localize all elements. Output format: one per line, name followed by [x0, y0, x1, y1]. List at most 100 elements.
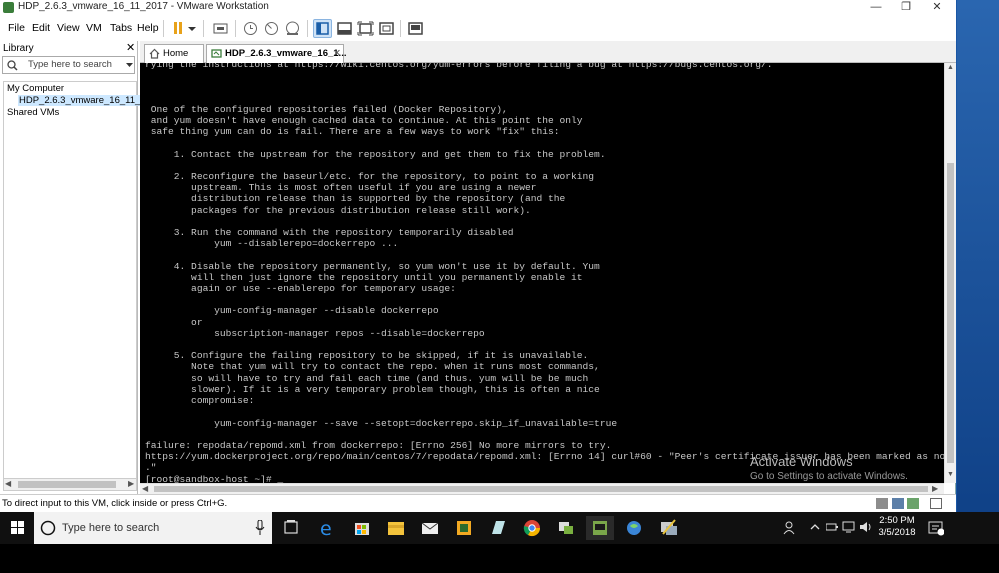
- browser-globe-icon[interactable]: [621, 516, 649, 540]
- clock-date: 3/5/2018: [878, 527, 916, 538]
- chevron-down-icon[interactable]: [126, 63, 133, 68]
- library-search-input[interactable]: Type here to search: [28, 59, 112, 70]
- vmware-window: HDP_2.6.3_vmware_16_11_2017 - VMware Wor…: [0, 0, 956, 512]
- bottom-black-bar: [0, 544, 999, 573]
- putty-icon[interactable]: [655, 516, 683, 540]
- notifications-icon[interactable]: [928, 520, 945, 539]
- menu-file[interactable]: File: [8, 22, 25, 34]
- desktop-background: [957, 0, 999, 544]
- microphone-icon[interactable]: [255, 520, 265, 536]
- menu-help[interactable]: Help: [137, 22, 159, 34]
- snapshot-button[interactable]: [241, 19, 260, 38]
- notes-app-icon[interactable]: [484, 516, 512, 540]
- taskbar-search-input[interactable]: Type here to search: [62, 522, 159, 534]
- network-icon[interactable]: [892, 498, 904, 509]
- message-log-icon[interactable]: [930, 498, 942, 509]
- library-search-box[interactable]: Type here to search: [2, 56, 135, 74]
- snapshot-manager-icon: [286, 21, 299, 35]
- console-horizontal-scrollbar[interactable]: ◀ ▶: [140, 483, 944, 494]
- vm-icon: [211, 49, 222, 58]
- mail-icon[interactable]: [416, 516, 444, 540]
- tab-close-icon[interactable]: ✕: [333, 45, 341, 62]
- scroll-right-icon[interactable]: ▶: [128, 479, 134, 488]
- library-title: Library: [3, 43, 34, 54]
- taskbar-search-box[interactable]: Type here to search: [34, 512, 272, 544]
- windows-logo-icon: [11, 521, 24, 534]
- battery-icon[interactable]: [825, 522, 838, 535]
- scroll-up-icon[interactable]: ▲: [947, 64, 954, 71]
- usb-device-icon[interactable]: [907, 498, 919, 509]
- watermark-title: Activate Windows: [750, 454, 853, 469]
- remote-tool-icon[interactable]: [552, 516, 580, 540]
- clock-time: 2:50 PM: [879, 515, 915, 526]
- console-vertical-scrollbar[interactable]: ▲ ▼: [944, 63, 956, 483]
- vmware-app-icon: [3, 2, 14, 13]
- terminal-app-icon[interactable]: [586, 516, 614, 540]
- search-icon: [40, 520, 56, 536]
- chevron-down-icon: [188, 27, 196, 31]
- edge-browser-icon[interactable]: e: [313, 516, 341, 540]
- watermark-subtitle: Go to Settings to activate Windows.: [750, 471, 908, 482]
- vm-console[interactable]: rying the instructions at https://wiki.c…: [140, 63, 944, 483]
- library-horizontal-scrollbar[interactable]: ◀ ▶: [3, 478, 137, 491]
- menu-edit[interactable]: Edit: [32, 22, 50, 34]
- show-library-button[interactable]: [313, 19, 332, 38]
- menu-view[interactable]: View: [57, 22, 80, 34]
- scroll-thumb[interactable]: [18, 481, 116, 488]
- title-bar[interactable]: HDP_2.6.3_vmware_16_11_2017 - VMware Wor…: [0, 0, 956, 15]
- network-status-icon[interactable]: [842, 521, 855, 536]
- console-view-icon: [408, 22, 423, 35]
- library-panel: Library ✕ Type here to search My Compute…: [0, 41, 163, 494]
- unity-button[interactable]: [377, 19, 396, 38]
- snapshot-manager-button[interactable]: [283, 19, 302, 38]
- volume-icon[interactable]: [859, 521, 872, 536]
- revert-icon: [265, 22, 278, 35]
- scroll-right-icon[interactable]: ▶: [932, 484, 938, 493]
- show-hidden-icons-icon[interactable]: [810, 522, 820, 535]
- tab-strip: Home HDP_2.6.3_vmware_16_1... ✕: [140, 41, 956, 63]
- restore-button[interactable]: ❐: [891, 0, 921, 15]
- power-dropdown-button[interactable]: [186, 19, 198, 38]
- vertical-scroll-thumb[interactable]: [947, 163, 954, 463]
- people-icon[interactable]: [783, 521, 797, 538]
- start-button[interactable]: [0, 512, 34, 544]
- tab-home[interactable]: Home: [144, 44, 204, 63]
- vmware-taskbar-icon[interactable]: [450, 516, 478, 540]
- scroll-left-icon[interactable]: ◀: [5, 479, 11, 488]
- minimize-button[interactable]: —: [861, 0, 891, 15]
- tree-item-my-computer[interactable]: My Computer: [7, 83, 64, 94]
- tab-vm[interactable]: HDP_2.6.3_vmware_16_1... ✕: [206, 44, 347, 63]
- hard-disk-icon[interactable]: [876, 498, 888, 509]
- close-button[interactable]: ✕: [922, 0, 952, 15]
- scroll-left-icon[interactable]: ◀: [142, 484, 148, 493]
- tree-item-shared-vms[interactable]: Shared VMs: [7, 107, 59, 118]
- task-view-icon[interactable]: [277, 516, 305, 540]
- thumbnail-bar-button[interactable]: [335, 19, 354, 38]
- send-ctrl-alt-del-button[interactable]: [211, 19, 230, 38]
- keyboard-icon: [213, 23, 228, 34]
- menu-vm[interactable]: VM: [86, 22, 102, 34]
- taskbar-clock[interactable]: 2:50 PM 3/5/2018: [875, 515, 919, 539]
- snapshot-icon: [244, 22, 257, 35]
- thumbnail-icon: [337, 22, 352, 35]
- full-screen-button[interactable]: [356, 19, 375, 38]
- home-icon: [149, 48, 160, 59]
- status-bar: To direct input to this VM, click inside…: [0, 494, 956, 512]
- scroll-down-icon[interactable]: ▼: [947, 471, 954, 478]
- chrome-browser-icon[interactable]: [518, 516, 546, 540]
- menu-tabs[interactable]: Tabs: [110, 22, 132, 34]
- library-close-button[interactable]: ✕: [126, 41, 135, 54]
- store-icon[interactable]: [348, 516, 376, 540]
- search-icon: [7, 60, 18, 71]
- file-explorer-icon[interactable]: [382, 516, 410, 540]
- console-view-button[interactable]: [406, 19, 425, 38]
- tab-home-label: Home: [163, 48, 189, 59]
- console-output: rying the instructions at https://wiki.c…: [145, 63, 944, 483]
- horizontal-scroll-thumb[interactable]: [154, 486, 928, 492]
- activate-windows-watermark: Activate Windows Go to Settings to activ…: [750, 454, 908, 484]
- toolbar-separator: [163, 20, 164, 37]
- tab-vm-label: HDP_2.6.3_vmware_16_1...: [225, 48, 347, 59]
- menu-bar: File Edit View VM Tabs Help: [0, 15, 956, 41]
- revert-snapshot-button[interactable]: [262, 19, 281, 38]
- svg-text:e: e: [320, 518, 332, 540]
